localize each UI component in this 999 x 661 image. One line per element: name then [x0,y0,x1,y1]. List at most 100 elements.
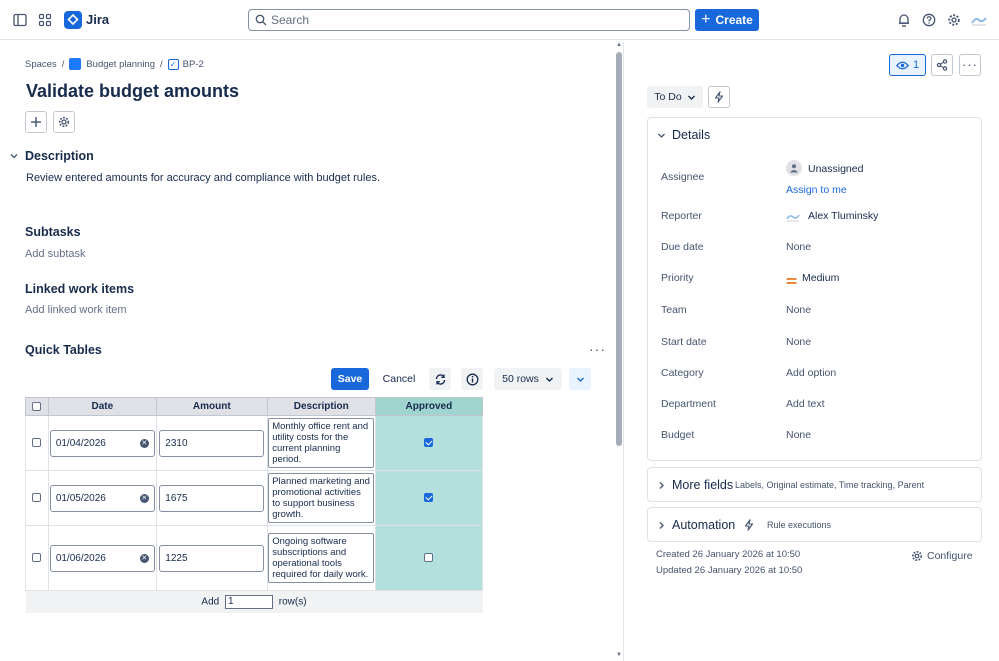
clear-date-icon[interactable]: ✕ [139,438,149,448]
status-dropdown[interactable]: To Do [647,86,703,108]
team-label: Team [661,304,687,316]
clear-date-icon[interactable]: ✕ [139,553,149,563]
add-linked-work-item-link[interactable]: Add linked work item [25,304,127,316]
more-fields-expand-chevron-icon[interactable] [657,479,666,493]
automation-heading[interactable]: Automation [672,518,735,532]
team-value[interactable]: None [786,304,811,316]
rows-suffix-label: row(s) [278,596,307,608]
notifications-bell-icon[interactable] [894,10,914,30]
add-content-button[interactable] [25,111,47,133]
start-date-value[interactable]: None [786,336,811,348]
breadcrumb-issue-key-link[interactable]: BP-2 [183,59,204,70]
assign-to-me-link[interactable]: Assign to me [786,184,847,196]
details-heading[interactable]: Details [672,128,710,142]
due-date-label: Due date [661,241,704,253]
amount-value: 1675 [165,492,188,504]
more-fields-hint: Labels, Original estimate, Time tracking… [735,480,925,490]
amount-input[interactable]: 2310 [159,429,265,457]
description-collapse-chevron-icon[interactable] [9,150,19,164]
search-input[interactable] [271,13,671,27]
approved-cell [374,470,484,526]
description-cell: Monthly office rent and utility costs fo… [266,415,376,471]
description-textarea[interactable]: Planned marketing and promotional activi… [268,473,375,523]
app-switcher-icon[interactable] [35,10,55,30]
date-input[interactable]: 01/05/2026 ✕ [49,484,155,512]
watch-button[interactable]: 1 [889,54,926,76]
add-rows-cell: Add 1 row(s) [25,590,483,613]
create-button[interactable]: + Create [695,9,759,31]
amount-value: 2310 [165,437,188,449]
column-header-description[interactable]: Description [266,397,376,416]
assignee-value[interactable]: Unassigned [808,163,863,175]
apps-button[interactable] [53,111,75,133]
date-input[interactable]: 01/06/2026 ✕ [49,544,155,572]
chevron-down-icon [687,95,695,100]
created-timestamp: Created 26 January 2026 at 10:50 [656,549,801,560]
quick-table: Date Amount Description Approved 01/04/2… [25,397,484,613]
refresh-button[interactable] [429,368,451,390]
rows-per-page-dropdown[interactable]: 50 rows [494,368,562,390]
more-fields-heading[interactable]: More fields [672,478,733,492]
main-scrollbar-thumb[interactable] [616,52,622,446]
select-all-checkbox[interactable] [32,401,42,411]
profile-avatar-icon[interactable] [969,10,989,30]
automation-actions-button[interactable] [708,86,730,108]
table-row: 01/05/2026 ✕ 1675 Planned marketing and p… [25,470,484,526]
column-header-approved[interactable]: Approved [374,397,484,416]
row-select-checkbox[interactable] [32,493,42,503]
reporter-value[interactable]: Alex Tluminsky [808,210,878,222]
column-header-amount[interactable]: Amount [155,397,268,416]
configure-button[interactable]: Configure [911,550,973,562]
description-textarea[interactable]: Monthly office rent and utility costs fo… [268,418,375,468]
priority-label: Priority [661,272,694,284]
share-button[interactable] [931,54,953,76]
approved-checkbox[interactable] [424,553,434,563]
description-textarea[interactable]: Ongoing software subscriptions and opera… [268,533,375,583]
approved-checkbox[interactable] [424,493,434,503]
category-value[interactable]: Add option [786,367,836,379]
expand-toolbar-button[interactable] [569,368,591,390]
row-select-checkbox[interactable] [32,553,42,563]
row-select-checkbox[interactable] [32,438,42,448]
info-button[interactable] [461,368,483,390]
category-label: Category [661,367,704,379]
breadcrumb-project-link[interactable]: Budget planning [86,59,155,70]
date-input[interactable]: 01/04/2026 ✕ [49,429,155,457]
description-heading[interactable]: Description [25,149,94,163]
share-icon [936,59,948,71]
breadcrumb-separator: / [160,58,163,70]
jira-logo-icon[interactable] [64,11,82,29]
due-date-value[interactable]: None [786,241,811,253]
description-cell: Ongoing software subscriptions and opera… [266,525,376,591]
breadcrumb: Spaces / Budget planning / ✓ BP-2 [25,58,204,70]
description-text[interactable]: Review entered amounts for accuracy and … [26,172,380,184]
search-field[interactable] [248,9,690,31]
clear-date-icon[interactable]: ✕ [139,493,149,503]
amount-input[interactable]: 1675 [159,484,265,512]
department-value[interactable]: Add text [786,398,825,410]
app-name[interactable]: Jira [86,12,109,27]
refresh-icon [435,373,445,385]
add-subtask-link[interactable]: Add subtask [25,248,86,260]
amount-cell: 1225 [155,525,268,591]
scroll-up-arrow-icon[interactable]: ▲ [615,42,623,48]
cancel-button[interactable]: Cancel [379,368,419,390]
priority-value[interactable]: Medium [802,272,839,284]
more-actions-button[interactable]: ··· [959,54,981,76]
page-title[interactable]: Validate budget amounts [26,81,239,102]
budget-value[interactable]: None [786,429,811,441]
breadcrumb-spaces-link[interactable]: Spaces [25,59,57,70]
save-button[interactable]: Save [331,368,369,390]
sidebar-toggle-icon[interactable] [10,10,30,30]
details-collapse-chevron-icon[interactable] [657,129,666,143]
date-value: 01/06/2026 [55,552,106,564]
automation-expand-chevron-icon[interactable] [657,519,666,533]
add-rows-count-input[interactable]: 1 [225,594,273,609]
approved-checkbox[interactable] [424,438,434,448]
scroll-down-arrow-icon[interactable]: ▼ [615,652,623,658]
settings-gear-icon[interactable] [944,10,964,30]
column-header-date[interactable]: Date [47,397,157,416]
help-icon[interactable] [919,10,939,30]
more-options-icon[interactable]: ··· [589,342,606,356]
amount-input[interactable]: 1225 [159,544,265,572]
